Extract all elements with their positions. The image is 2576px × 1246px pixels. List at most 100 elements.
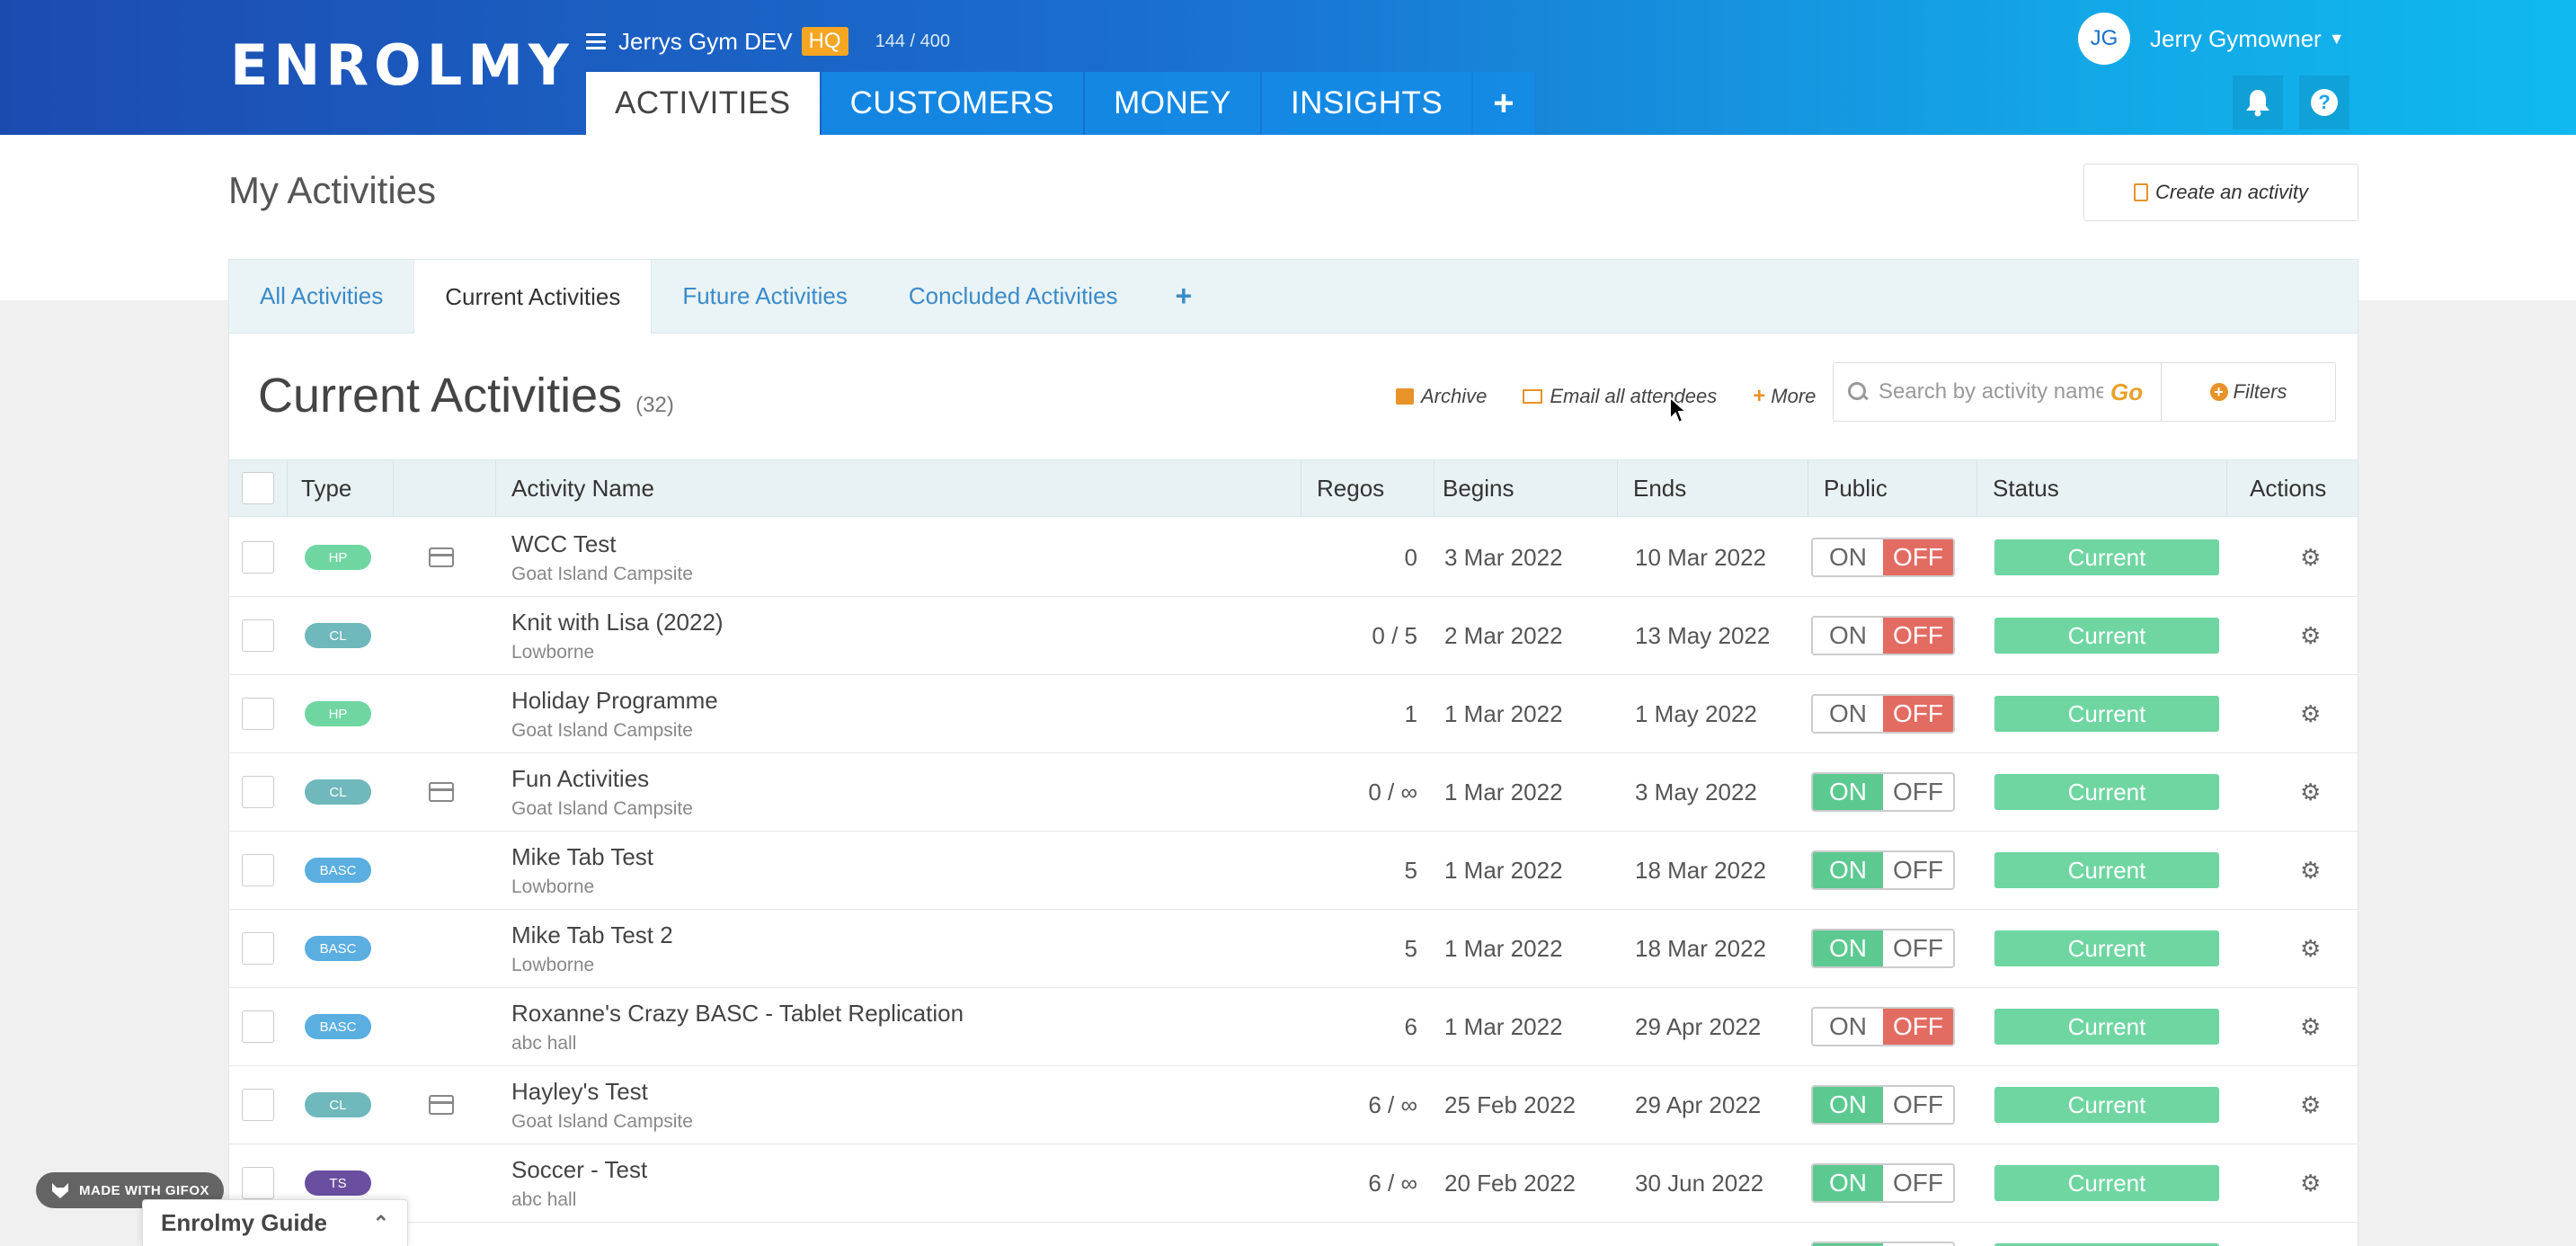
toggle-on[interactable]: ON bbox=[1813, 1087, 1883, 1123]
user-menu[interactable]: JG Jerry Gymowner ▼ bbox=[2078, 13, 2345, 65]
more-button[interactable]: + More bbox=[1753, 384, 1816, 409]
toggle-on[interactable]: ON bbox=[1813, 1165, 1883, 1201]
activity-name[interactable]: Roxanne's Crazy BASC - Tablet Replicatio… bbox=[511, 1000, 964, 1028]
toggle-on[interactable]: ON bbox=[1813, 539, 1883, 575]
add-subtab-plus-icon[interactable]: + bbox=[1149, 260, 1220, 333]
toggle-off[interactable]: OFF bbox=[1883, 696, 1953, 732]
avatar[interactable]: JG bbox=[2078, 13, 2130, 65]
tab-insights[interactable]: INSIGHTS bbox=[1261, 72, 1472, 135]
toggle-on[interactable]: ON bbox=[1813, 618, 1883, 654]
toggle-off[interactable]: OFF bbox=[1883, 618, 1953, 654]
notifications-button[interactable] bbox=[2233, 76, 2283, 129]
tab-money[interactable]: MONEY bbox=[1085, 72, 1260, 135]
table-row[interactable]: CL Hayley's Test Goat Island Campsite 6 / ∞… bbox=[229, 1066, 2358, 1144]
row-checkbox[interactable] bbox=[242, 854, 274, 886]
public-toggle[interactable]: ONOFF bbox=[1811, 850, 1955, 890]
public-toggle[interactable]: ONOFF bbox=[1811, 616, 1955, 655]
gear-icon[interactable]: ⚙ bbox=[2300, 857, 2321, 885]
toggle-off[interactable]: OFF bbox=[1883, 852, 1953, 888]
row-checkbox[interactable] bbox=[242, 932, 274, 965]
gear-icon[interactable]: ⚙ bbox=[2300, 935, 2321, 963]
public-toggle[interactable]: ONOFF bbox=[1811, 694, 1955, 734]
org-name[interactable]: Jerrys Gym DEV bbox=[618, 28, 793, 56]
go-button[interactable]: Go bbox=[2110, 378, 2146, 406]
toggle-on[interactable]: ON bbox=[1813, 1009, 1883, 1045]
tab-customers[interactable]: CUSTOMERS bbox=[821, 72, 1084, 135]
public-toggle[interactable]: ONOFF bbox=[1811, 1242, 1955, 1246]
gear-icon[interactable]: ⚙ bbox=[2300, 700, 2321, 728]
add-tab-plus-icon[interactable]: + bbox=[1473, 72, 1535, 135]
row-checkbox[interactable] bbox=[242, 1167, 274, 1199]
toggle-on[interactable]: ON bbox=[1813, 930, 1883, 966]
row-checkbox[interactable] bbox=[242, 1010, 274, 1043]
gear-icon[interactable]: ⚙ bbox=[2300, 779, 2321, 806]
table-row[interactable]: BASC Mike Tab Test Lowborne 5 1 Mar 2022 18 M… bbox=[229, 832, 2358, 910]
header-status[interactable]: Status bbox=[1993, 460, 2059, 516]
activity-name-cell[interactable]: Mike Tab Test Lowborne bbox=[511, 832, 653, 909]
menu-icon[interactable] bbox=[586, 33, 606, 49]
header-ends[interactable]: Ends bbox=[1633, 460, 1686, 516]
chevron-down-icon[interactable]: ▼ bbox=[2329, 30, 2345, 49]
toggle-on[interactable]: ON bbox=[1813, 852, 1883, 888]
help-button[interactable]: ? bbox=[2299, 76, 2349, 129]
table-row[interactable]: BASC Mike Tab Test 2 Lowborne 5 1 Mar 2022 18… bbox=[229, 910, 2358, 988]
public-toggle[interactable]: ONOFF bbox=[1811, 1163, 1955, 1203]
public-toggle[interactable]: ONOFF bbox=[1811, 1007, 1955, 1046]
org-switcher[interactable]: Jerrys Gym DEV HQ 144 / 400 bbox=[586, 23, 950, 59]
table-row[interactable]: CL Knit with Lisa (2022) Lowborne 0 / 5 2 Ma… bbox=[229, 597, 2358, 675]
activity-name[interactable]: Mike Tab Test bbox=[511, 843, 653, 871]
table-row[interactable]: BASC Roxanne's Crazy BASC - Tablet Replic… bbox=[229, 988, 2358, 1066]
header-begins[interactable]: Begins bbox=[1443, 460, 1515, 516]
tab-activities[interactable]: ACTIVITIES bbox=[586, 72, 820, 135]
subtab-concluded-activities[interactable]: Concluded Activities bbox=[878, 260, 1149, 333]
toggle-on[interactable]: ON bbox=[1813, 774, 1883, 810]
row-checkbox[interactable] bbox=[242, 698, 274, 730]
search-input[interactable] bbox=[1879, 379, 2103, 405]
gear-icon[interactable]: ⚙ bbox=[2300, 1091, 2321, 1119]
header-regos[interactable]: Regos bbox=[1317, 460, 1384, 516]
activity-name[interactable]: Hayley's Test bbox=[511, 1078, 693, 1106]
table-row[interactable]: HP WCC Test Goat Island Campsite 0 3 Mar 202… bbox=[229, 519, 2358, 597]
user-name[interactable]: Jerry Gymowner bbox=[2150, 25, 2322, 53]
table-row[interactable]: Rox's amazing arts and crafts ONOFF Curren… bbox=[229, 1223, 2358, 1246]
activity-name-cell[interactable]: Roxanne's Crazy BASC - Tablet Replicatio… bbox=[511, 988, 964, 1065]
activity-name-cell[interactable]: Hayley's Test Goat Island Campsite bbox=[511, 1066, 693, 1144]
row-checkbox[interactable] bbox=[242, 776, 274, 808]
public-toggle[interactable]: ONOFF bbox=[1811, 772, 1955, 812]
toggle-off[interactable]: OFF bbox=[1883, 1087, 1953, 1123]
header-activity-name[interactable]: Activity Name bbox=[511, 460, 654, 516]
public-toggle[interactable]: ONOFF bbox=[1811, 538, 1955, 577]
activity-name[interactable]: Holiday Programme bbox=[511, 687, 718, 715]
toggle-off[interactable]: OFF bbox=[1883, 930, 1953, 966]
create-activity-button[interactable]: Create an activity bbox=[2083, 164, 2358, 221]
toggle-off[interactable]: OFF bbox=[1883, 774, 1953, 810]
archive-button[interactable]: Archive bbox=[1396, 385, 1487, 408]
toggle-on[interactable]: ON bbox=[1813, 696, 1883, 732]
table-row[interactable]: TS Soccer - Test abc hall 6 / ∞ 20 Feb 2022 3… bbox=[229, 1144, 2358, 1223]
chevron-up-icon[interactable]: ⌃ bbox=[373, 1212, 389, 1235]
enrolmy-guide-widget[interactable]: Enrolmy Guide ⌃ bbox=[142, 1199, 408, 1246]
gear-icon[interactable]: ⚙ bbox=[2300, 1170, 2321, 1197]
toggle-off[interactable]: OFF bbox=[1883, 539, 1953, 575]
subtab-all-activities[interactable]: All Activities bbox=[229, 260, 413, 333]
activity-name[interactable]: Fun Activities bbox=[511, 765, 693, 793]
table-row[interactable]: CL Fun Activities Goat Island Campsite 0 / … bbox=[229, 753, 2358, 832]
toggle-off[interactable]: OFF bbox=[1883, 1009, 1953, 1045]
subtab-current-activities[interactable]: Current Activities bbox=[413, 260, 653, 334]
header-type[interactable]: Type bbox=[301, 460, 351, 516]
public-toggle[interactable]: ONOFF bbox=[1811, 1085, 1955, 1125]
activity-name-cell[interactable]: Knit with Lisa (2022) Lowborne bbox=[511, 597, 724, 674]
select-all-checkbox[interactable] bbox=[242, 472, 274, 504]
gear-icon[interactable]: ⚙ bbox=[2300, 622, 2321, 650]
row-checkbox[interactable] bbox=[242, 1089, 274, 1121]
table-row[interactable]: HP Holiday Programme Goat Island Campsite 1… bbox=[229, 675, 2358, 753]
gear-icon[interactable]: ⚙ bbox=[2300, 544, 2321, 572]
activity-name-cell[interactable]: Fun Activities Goat Island Campsite bbox=[511, 753, 693, 831]
activity-name-cell[interactable]: Holiday Programme Goat Island Campsite bbox=[511, 675, 718, 752]
activity-name-cell[interactable]: WCC Test Goat Island Campsite bbox=[511, 519, 693, 596]
subtab-future-activities[interactable]: Future Activities bbox=[652, 260, 878, 333]
activity-name[interactable]: Knit with Lisa (2022) bbox=[511, 609, 724, 636]
gear-icon[interactable]: ⚙ bbox=[2300, 1013, 2321, 1041]
row-checkbox[interactable] bbox=[242, 541, 274, 574]
enrolmy-logo[interactable]: ENROLMY bbox=[230, 38, 574, 93]
